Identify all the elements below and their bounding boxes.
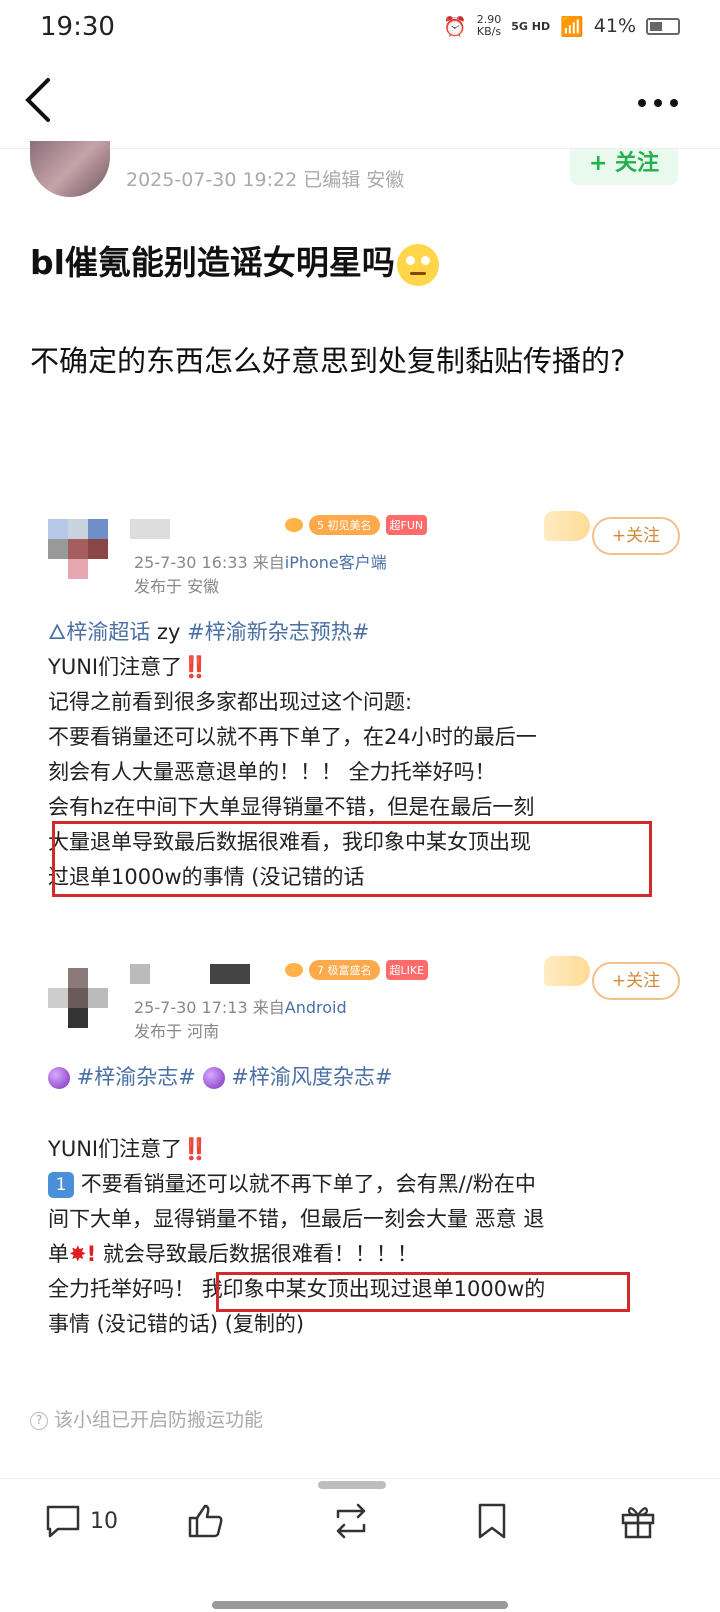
bookmark-icon — [478, 1503, 506, 1539]
double-exclamation-icon: ‼️ — [182, 1137, 209, 1161]
chevron-left-icon — [25, 78, 50, 122]
gift-icon — [621, 1507, 655, 1539]
topic-super: 🜂梓渝超话 — [48, 620, 151, 644]
card2-follow-button: +关注 — [592, 962, 680, 1000]
drag-handle[interactable] — [318, 1481, 386, 1489]
card2-username-blur — [130, 964, 150, 984]
more-dots-icon — [638, 99, 678, 107]
card1-line: 会有hz在中间下大单显得销量不错，但是在最后一刻 — [48, 795, 535, 819]
network-speed: 2.90 KB/s — [477, 14, 502, 38]
card1-line: 不要看销量还可以就不再下单了，在24小时的最后一 — [48, 725, 537, 749]
card2-meta: 25-7-30 17:13 来自Android 发布于 河南 — [134, 996, 347, 1044]
card1-source: iPhone客户端 — [284, 553, 387, 572]
speed-unit: KB/s — [476, 25, 502, 38]
card2-line: 不要看销量还可以就不再下单了，会有黑//粉在中 — [80, 1172, 536, 1196]
card2-source: Android — [284, 998, 347, 1017]
card1-location: 发布于 安徽 — [134, 577, 220, 596]
post-meta: 2025-07-30 19:22 已编辑 安徽 — [126, 169, 405, 191]
thumbs-up-icon — [188, 1504, 223, 1538]
status-time: 19:30 — [40, 12, 115, 42]
gift-button[interactable] — [620, 1499, 656, 1543]
repost-button[interactable] — [330, 1499, 372, 1543]
topic-tag: #梓渝风度杂志# — [231, 1065, 393, 1089]
card2-line: 单 — [48, 1242, 69, 1266]
favorite-button[interactable] — [476, 1499, 508, 1543]
double-exclamation-icon: ‼️ — [182, 655, 209, 679]
battery-percent: 41% — [593, 15, 636, 37]
post-title: bl催氪能别造谣女明星吗 — [30, 236, 439, 286]
card1-meta: 25-7-30 16:33 来自iPhone客户端 发布于 安徽 — [134, 551, 387, 599]
highlight-box — [52, 821, 652, 897]
card1-time: 25-7-30 16:33 — [134, 553, 248, 572]
card1-line: 记得之前看到很多家都出现过这个问题: — [48, 690, 413, 714]
wifi-icon: 📶 — [560, 15, 584, 38]
repost-icon — [336, 1503, 366, 1539]
fan-badge: 超LIKE — [385, 960, 429, 980]
network-type: 5G HD — [511, 19, 551, 33]
card2-line: 就会导致最后数据很难看！！！！ — [102, 1242, 418, 1266]
anti-note-text: 该小组已开启防搬运功能 — [54, 1409, 264, 1431]
keycap-one-icon: 1 — [48, 1172, 74, 1198]
status-icons: ⏰ 2.90 KB/s 5G HD 📶 41% — [443, 14, 680, 38]
anti-repost-note: ? 该小组已开启防搬运功能 — [30, 1405, 263, 1432]
card1-badges: 5 初见美名 超FUN — [285, 515, 428, 535]
topic-tag: #梓渝新杂志预热# — [187, 620, 370, 644]
exclamation-icon: ! — [86, 1242, 97, 1266]
card1-topics: 🜂梓渝超话 zy #梓渝新杂志预热# — [48, 615, 668, 650]
author-row: 2025-07-30 19:22 已编辑 安徽 + 关注 — [0, 141, 720, 208]
bottom-action-bar: 10 — [0, 1478, 720, 1612]
super-fan-decoration-icon — [544, 511, 590, 541]
comment-button[interactable]: 10 — [44, 1499, 118, 1543]
back-button[interactable] — [20, 74, 70, 130]
alarm-icon: ⏰ — [443, 15, 467, 38]
post-body: 不确定的东西怎么好意思到处复制黏贴传播的? — [30, 344, 626, 378]
card2-avatar — [48, 964, 112, 1028]
card2-username-blur — [210, 964, 250, 984]
topic-tag: #梓渝杂志# — [76, 1065, 196, 1089]
question-icon: ? — [30, 1411, 48, 1430]
like-button[interactable] — [186, 1499, 226, 1543]
topic-mid: zy — [150, 620, 188, 644]
super-fan-decoration-icon — [544, 956, 590, 986]
card2-line: YUNI们注意了 — [48, 1137, 183, 1161]
card2-badges: 7 极富盛名 超LIKE — [285, 960, 429, 980]
card2-line: 间下大单，显得销量不错，但最后一刻会大量 恶意 退 — [48, 1207, 545, 1231]
home-indicator[interactable] — [212, 1601, 508, 1609]
anger-symbol-icon: ✸ — [69, 1242, 87, 1266]
more-button[interactable] — [636, 82, 680, 117]
level-badge: 7 极富盛名 — [309, 960, 380, 980]
paw-icon — [285, 518, 303, 532]
card2-topics: #梓渝杂志# #梓渝风度杂志# — [48, 1060, 668, 1095]
card1-avatar — [48, 519, 112, 583]
eye-roll-emoji-icon — [396, 243, 439, 286]
card1-line: 刻会有人大量恶意退单的！！！ 全力托举好吗！ — [48, 760, 496, 784]
card2-line: 全力托举好吗！ — [48, 1277, 195, 1301]
highlight-box — [216, 1272, 630, 1312]
fan-badge: 超FUN — [385, 515, 428, 535]
card1-from: 来自 — [252, 553, 285, 572]
nav-bar — [0, 62, 720, 142]
level-badge: 5 初见美名 — [309, 515, 380, 535]
follow-button[interactable]: + 关注 — [570, 149, 678, 185]
card1-follow-button: +关注 — [592, 517, 680, 555]
status-bar: 19:30 ⏰ 2.90 KB/s 5G HD 📶 41% — [0, 0, 720, 60]
card1-line: YUNI们注意了 — [48, 655, 183, 679]
card2-location: 发布于 河南 — [134, 1022, 220, 1041]
crystal-ball-icon — [48, 1067, 70, 1089]
comment-count: 10 — [90, 1508, 118, 1534]
card2-line: 事情 (没记错的话) (复制的) — [48, 1312, 305, 1336]
crystal-ball-icon — [202, 1067, 225, 1089]
card2-from: 来自 — [252, 998, 285, 1017]
card2-time: 25-7-30 17:13 — [134, 998, 248, 1017]
battery-icon — [646, 17, 680, 35]
paw-icon — [285, 963, 303, 977]
card1-username-blur — [130, 519, 170, 539]
comment-icon — [46, 1505, 80, 1538]
post-title-text: bl催氪能别造谣女明星吗 — [30, 243, 395, 282]
author-avatar[interactable] — [30, 141, 110, 197]
